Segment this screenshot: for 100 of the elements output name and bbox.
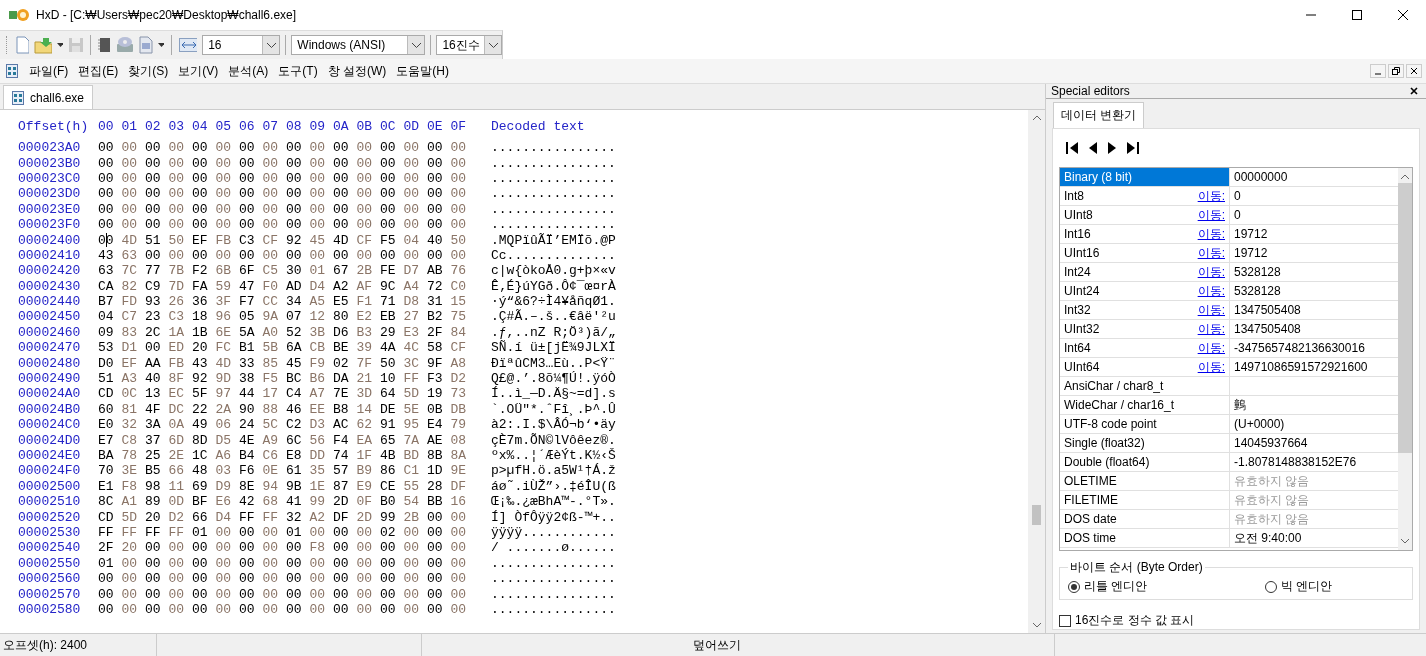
goto-link[interactable]: 이동: bbox=[1197, 282, 1225, 300]
hex-byte: 1D bbox=[427, 463, 444, 479]
menu-item[interactable]: 파일(F) bbox=[24, 62, 74, 80]
converter-tab[interactable]: 데이터 변환기 bbox=[1053, 102, 1145, 128]
menu-item[interactable]: 창 설정(W) bbox=[322, 62, 392, 80]
type-name-cell[interactable]: UInt64 이동: bbox=[1060, 358, 1230, 376]
menu-item[interactable]: 도움말(H) bbox=[391, 62, 454, 80]
hex-byte: 00 bbox=[333, 586, 350, 602]
offset-base-dropdown[interactable]: 16진수 bbox=[436, 35, 502, 55]
scroll-down-icon[interactable] bbox=[1401, 539, 1409, 544]
type-name-cell[interactable]: UInt32 이동: bbox=[1060, 320, 1230, 338]
hex-byte: D8 bbox=[403, 294, 421, 310]
type-name-cell[interactable]: FILETIME bbox=[1060, 491, 1230, 509]
type-name-cell[interactable]: UInt8 이동: bbox=[1060, 206, 1230, 224]
offset-cell-text: 000023C0 bbox=[18, 170, 82, 186]
scroll-up-icon[interactable] bbox=[1401, 174, 1409, 179]
hex-byte: 6B bbox=[215, 263, 233, 279]
offset-cell-text: 00002520 bbox=[18, 509, 82, 525]
hex-byte: 00 bbox=[145, 247, 162, 263]
goto-link[interactable]: 이동: bbox=[1197, 358, 1225, 376]
hex-byte: 00 bbox=[215, 155, 233, 171]
offset-cell-text: 00002480 bbox=[18, 355, 82, 371]
menu-item[interactable]: 편집(E) bbox=[73, 62, 124, 80]
hex-byte: 00 bbox=[427, 524, 444, 540]
type-name-cell[interactable]: Int24 이동: bbox=[1060, 263, 1230, 281]
close-button[interactable] bbox=[1406, 64, 1422, 78]
scroll-up-icon[interactable] bbox=[1032, 115, 1041, 120]
value-cell-text: 1347505408 bbox=[1233, 321, 1302, 338]
type-name-cell[interactable]: OLETIME bbox=[1060, 472, 1230, 490]
hex-byte: A7 bbox=[309, 386, 327, 402]
type-name: DOS date bbox=[1064, 512, 1117, 526]
hex-byte: 33 bbox=[239, 355, 256, 371]
hex-byte: 00 bbox=[262, 217, 280, 233]
hex-byte: DC bbox=[168, 401, 186, 417]
type-name-cell[interactable]: UTF-8 code point bbox=[1060, 415, 1230, 433]
hex-byte: C2 bbox=[286, 417, 303, 433]
endian-radio[interactable]: 빅 엔디안 bbox=[1264, 578, 1332, 595]
chevron-down-icon bbox=[488, 42, 498, 48]
type-name-cell[interactable]: DOS date bbox=[1060, 510, 1230, 528]
menu-item[interactable]: 찾기(S) bbox=[123, 62, 174, 80]
file-tab[interactable]: chall6.exe bbox=[3, 85, 94, 109]
endian-radio[interactable]: 리틀 엔디안 bbox=[1068, 578, 1148, 595]
goto-link[interactable]: 이동: bbox=[1197, 301, 1225, 319]
goto-link[interactable]: 이동: bbox=[1197, 244, 1225, 262]
next-icon[interactable] bbox=[1107, 141, 1117, 155]
goto-link[interactable]: 이동: bbox=[1197, 187, 1225, 205]
scroll-down-icon[interactable] bbox=[1032, 623, 1041, 628]
type-name-cell[interactable]: UInt16 이동: bbox=[1060, 244, 1230, 262]
hex-byte: B2 bbox=[427, 309, 444, 325]
goto-link[interactable]: 이동: bbox=[1197, 320, 1225, 338]
hex-byte: 00 bbox=[239, 186, 256, 202]
previous-icon[interactable] bbox=[1088, 141, 1098, 155]
hex-byte: 45 bbox=[286, 355, 303, 371]
menu-item[interactable]: 도구(T) bbox=[273, 62, 323, 80]
scrollbar-thumb[interactable] bbox=[1032, 505, 1041, 525]
hex-byte: 02 bbox=[333, 355, 350, 371]
hex-byte: 87 bbox=[333, 478, 350, 494]
hex-byte: 32 bbox=[286, 509, 303, 525]
type-name-cell[interactable]: Int16 이동: bbox=[1060, 225, 1230, 243]
hex-byte: F7 bbox=[239, 294, 256, 310]
type-name-cell[interactable]: Int64 이동: bbox=[1060, 339, 1230, 357]
hex-byte: 2D bbox=[333, 494, 350, 510]
scrollbar-thumb[interactable] bbox=[1398, 183, 1412, 453]
type-name-cell[interactable]: Double (float64) bbox=[1060, 453, 1230, 471]
hex-byte: 99 bbox=[309, 494, 327, 510]
hex-byte: 48 bbox=[192, 463, 209, 479]
type-name-cell[interactable]: Binary (8 bit) bbox=[1060, 168, 1230, 186]
dropdown-caret-icon[interactable] bbox=[57, 43, 64, 47]
goto-link[interactable]: 이동: bbox=[1197, 225, 1225, 243]
hex-byte: 00 bbox=[262, 155, 280, 171]
memory-chip-icon[interactable] bbox=[97, 37, 111, 53]
hex-byte: 00 bbox=[403, 140, 421, 156]
first-icon[interactable] bbox=[1065, 141, 1079, 155]
type-name-cell[interactable]: Int32 이동: bbox=[1060, 301, 1230, 319]
hex-byte: DF bbox=[450, 478, 468, 494]
minimize-button[interactable] bbox=[1370, 64, 1386, 78]
hex-byte: 2F bbox=[427, 324, 444, 340]
restore-button[interactable] bbox=[1388, 64, 1404, 78]
goto-link[interactable]: 이동: bbox=[1197, 206, 1225, 224]
offset-header: Offset(h) bbox=[18, 119, 90, 134]
hex-byte: 00 bbox=[333, 140, 350, 156]
close-icon[interactable] bbox=[1410, 87, 1418, 95]
hex-byte: 00 bbox=[121, 170, 139, 186]
hex-byte: 15 bbox=[450, 294, 468, 310]
type-name: UInt24 bbox=[1064, 284, 1100, 298]
hex-display-checkbox[interactable]: 16진수로 정수 값 표시 bbox=[1059, 612, 1413, 629]
dropdown-caret-icon[interactable] bbox=[157, 43, 165, 47]
bytes-per-row-dropdown[interactable]: 16 bbox=[202, 35, 281, 55]
encoding-dropdown[interactable]: Windows (ANSI) bbox=[291, 35, 426, 55]
goto-link[interactable]: 이동: bbox=[1197, 263, 1225, 281]
type-name-cell[interactable]: Single (float32) bbox=[1060, 434, 1230, 452]
type-name-cell[interactable]: WideChar / char16_t bbox=[1060, 396, 1230, 414]
menu-item[interactable]: 보기(V) bbox=[173, 62, 224, 80]
menu-item[interactable]: 분석(A) bbox=[223, 62, 274, 80]
type-name-cell[interactable]: DOS time bbox=[1060, 529, 1230, 547]
goto-link[interactable]: 이동: bbox=[1197, 339, 1225, 357]
type-name-cell[interactable]: Int8 이동: bbox=[1060, 187, 1230, 205]
type-name-cell[interactable]: AnsiChar / char8_t bbox=[1060, 377, 1230, 395]
last-icon[interactable] bbox=[1126, 141, 1140, 155]
type-name-cell[interactable]: UInt24 이동: bbox=[1060, 282, 1230, 300]
